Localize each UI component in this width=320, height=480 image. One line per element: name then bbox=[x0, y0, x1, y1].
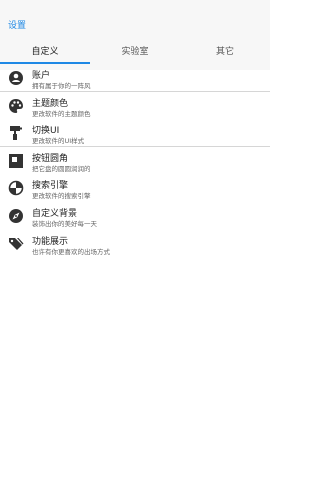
settings-item-description: 也许有你更喜欢的出场方式 bbox=[32, 248, 110, 256]
settings-item-feature-showcase[interactable]: 功能展示 也许有你更喜欢的出场方式 bbox=[0, 232, 270, 256]
palette-icon bbox=[8, 98, 24, 114]
tab-custom[interactable]: 自定义 bbox=[0, 44, 90, 57]
settings-item-description: 更改软件的UI样式 bbox=[32, 137, 85, 145]
page-title: 设置 bbox=[8, 21, 27, 31]
settings-item-description: 装饰出你的美好每一天 bbox=[32, 220, 97, 228]
active-tab-indicator bbox=[0, 62, 90, 64]
tab-lab[interactable]: 实验室 bbox=[90, 44, 180, 57]
settings-item-button-corners[interactable]: 按钮圆角 把它盘的圆圆润润的 bbox=[0, 149, 270, 173]
settings-item-description: 更改软件的主题颜色 bbox=[32, 110, 91, 118]
settings-item-description: 拥有属于你的一阵风 bbox=[32, 82, 91, 90]
tags-icon bbox=[8, 236, 24, 252]
settings-item-theme-color[interactable]: 主题颜色 更改软件的主题颜色 bbox=[0, 94, 270, 118]
rounded-corner-icon bbox=[8, 153, 24, 169]
settings-item-custom-background[interactable]: 自定义背景 装饰出你的美好每一天 bbox=[0, 204, 270, 228]
account-icon bbox=[8, 70, 24, 86]
divider bbox=[0, 91, 270, 92]
settings-item-search-engine[interactable]: 搜索引擎 更改软件的搜索引擎 bbox=[0, 176, 270, 200]
settings-item-description: 更改软件的搜索引擎 bbox=[32, 192, 91, 200]
compass-icon bbox=[8, 208, 24, 224]
tab-other[interactable]: 其它 bbox=[180, 44, 270, 57]
divider bbox=[0, 146, 270, 147]
settings-item-account[interactable]: 账户 拥有属于你的一阵风 bbox=[0, 66, 270, 90]
settings-item-description: 把它盘的圆圆润润的 bbox=[32, 165, 91, 173]
settings-item-switch-ui[interactable]: 切换UI 更改软件的UI样式 bbox=[0, 121, 270, 145]
paint-roller-icon bbox=[8, 125, 24, 141]
search-engine-icon bbox=[8, 180, 24, 196]
